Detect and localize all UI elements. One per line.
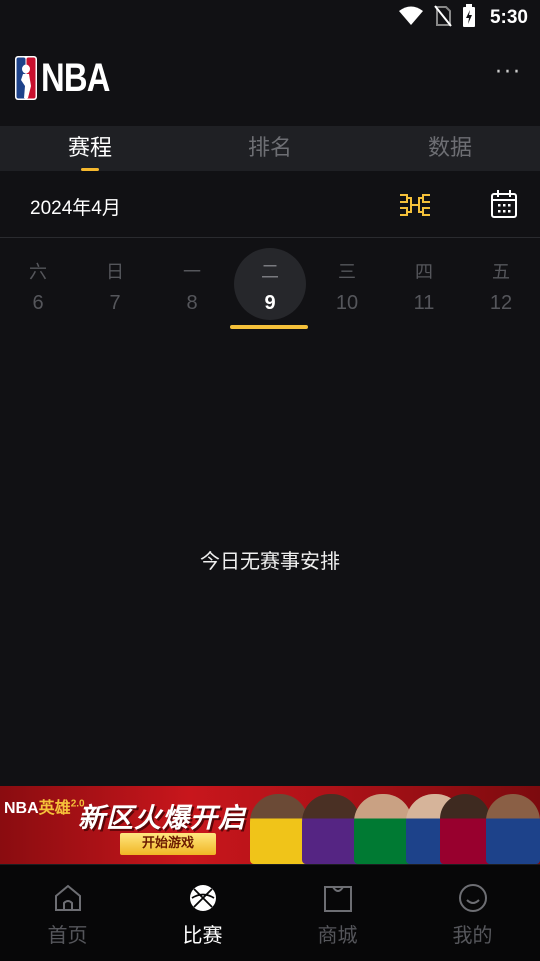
day-weekday: 一: [183, 262, 201, 283]
logo-text: NBA: [41, 56, 110, 100]
tab-stats[interactable]: 数据: [360, 126, 540, 171]
player-figure: [440, 794, 490, 864]
nav-shop[interactable]: 商城: [270, 865, 405, 961]
wifi-icon: [398, 6, 424, 30]
day-item-selected[interactable]: 二 9: [230, 248, 308, 329]
day-number: 7: [109, 292, 121, 314]
day-weekday: 六: [29, 262, 47, 283]
tab-schedule[interactable]: 赛程: [0, 126, 180, 171]
nav-profile-label: 我的: [452, 923, 493, 947]
day-weekday: 二: [261, 262, 279, 283]
player-figure: [250, 794, 308, 864]
banner-headline: 新区火爆开启: [78, 803, 246, 834]
nba-logo: NBA: [15, 56, 125, 100]
banner-brand-hero: 英雄: [38, 800, 71, 817]
day-number: 12: [489, 292, 513, 314]
bracket-button[interactable]: [398, 191, 432, 223]
bottom-navigation: 首页 比赛 商城 我的: [0, 864, 540, 961]
basketball-icon: [189, 885, 216, 911]
app-header: NBA ···: [0, 36, 540, 126]
nav-profile[interactable]: 我的: [405, 865, 540, 961]
month-label[interactable]: 2024年4月: [30, 193, 121, 220]
bracket-icon: [400, 194, 430, 216]
tab-standings[interactable]: 排名: [180, 126, 360, 171]
clock-time: 5:30: [489, 7, 528, 28]
calendar-icon: [491, 190, 517, 218]
shopping-bag-icon: [323, 886, 352, 912]
day-weekday: 五: [492, 262, 510, 283]
day-number: 11: [413, 292, 435, 314]
day-number: 10: [335, 292, 359, 314]
player-figure: [302, 794, 360, 864]
day-item[interactable]: 四 11: [388, 248, 460, 322]
more-options-button[interactable]: ···: [495, 60, 522, 85]
nav-games-label: 比赛: [182, 923, 223, 947]
date-bar: 2024年4月: [0, 171, 540, 238]
day-weekday: 日: [106, 262, 124, 283]
selected-day-underline: [230, 325, 308, 329]
day-weekday: 三: [338, 262, 356, 283]
no-sim-icon: [434, 5, 452, 31]
profile-icon: [458, 884, 487, 912]
banner-brand-nba: NBA: [4, 800, 39, 817]
status-bar: 5:30: [0, 0, 540, 36]
start-game-button[interactable]: 开始游戏: [120, 833, 216, 855]
home-icon: [54, 884, 81, 911]
nav-home[interactable]: 首页: [0, 865, 135, 961]
banner-players-image: [240, 786, 540, 864]
nav-home-label: 首页: [47, 923, 88, 947]
day-number: 8: [186, 292, 198, 314]
nav-shop-label: 商城: [317, 923, 358, 947]
week-strip: 六 6 日 7 一 8 二 9 三 10 四 11 五 12: [0, 238, 540, 330]
day-item[interactable]: 五 12: [465, 248, 537, 322]
day-number: 9: [264, 292, 276, 314]
no-games-message: 今日无赛事安排: [200, 549, 340, 573]
player-figure: [354, 794, 412, 864]
battery-charging-icon: [462, 4, 476, 32]
day-item[interactable]: 六 6: [2, 248, 74, 322]
player-figure: [486, 794, 540, 864]
calendar-button[interactable]: [490, 189, 518, 223]
day-item[interactable]: 三 10: [311, 248, 383, 322]
nba-logo-icon: [15, 56, 37, 100]
main-tabs: 赛程 排名 数据: [0, 126, 540, 171]
nav-games[interactable]: 比赛: [135, 865, 270, 961]
day-item[interactable]: 一 8: [156, 248, 228, 322]
day-number: 6: [32, 292, 44, 314]
day-weekday: 四: [415, 262, 433, 283]
banner-brand: NBA英雄2.0: [4, 794, 85, 818]
game-ad-banner[interactable]: NBA英雄2.0 新区火爆开启 开始游戏: [0, 786, 540, 864]
day-item[interactable]: 日 7: [79, 248, 151, 322]
